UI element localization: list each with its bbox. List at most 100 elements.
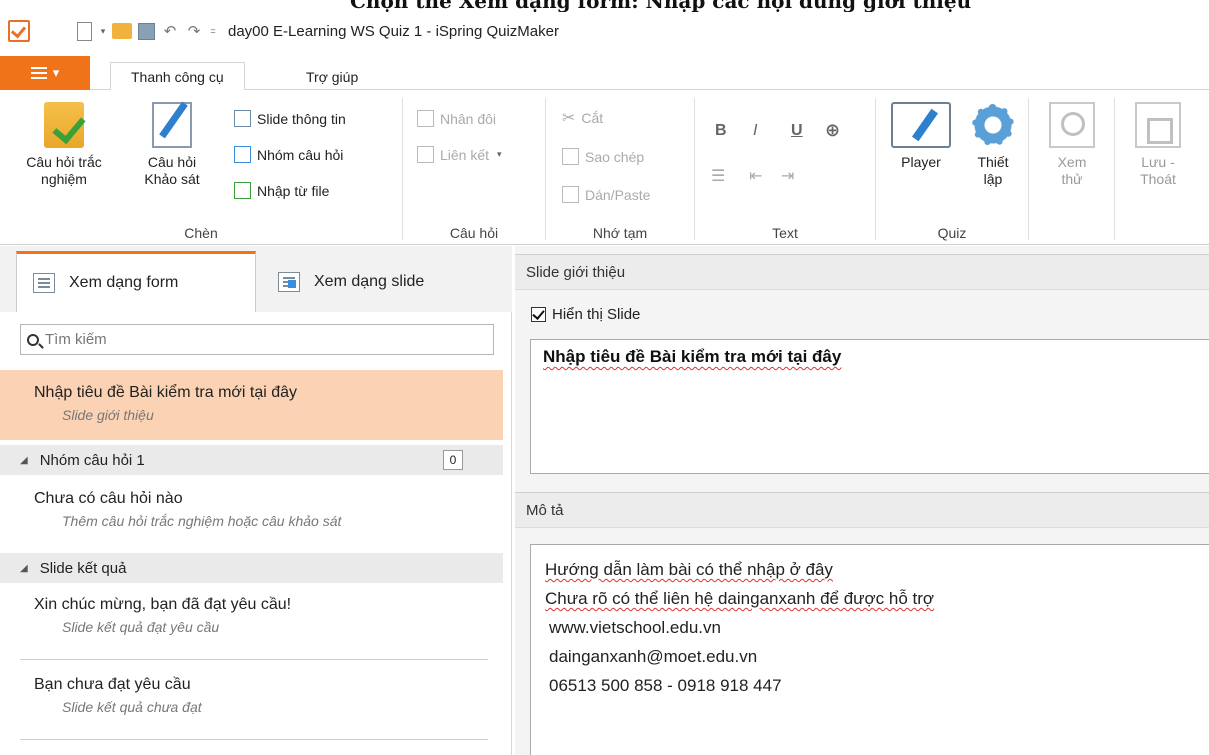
survey-question-button[interactable]: Câu hỏi Khảo sát [124, 102, 220, 188]
results-group-row[interactable]: ◢ Slide kết quả [0, 553, 503, 583]
description-textarea[interactable]: Hướng dẫn làm bài có thể nhập ở đây Chưa… [530, 544, 1209, 755]
survey-question-icon [152, 102, 192, 148]
form-view-icon [33, 273, 55, 293]
save-exit-icon [1135, 102, 1181, 148]
show-slide-label: Hiển thị Slide [552, 306, 641, 323]
save-button[interactable] [136, 21, 156, 41]
duplicate-button[interactable]: Nhân đôi [417, 110, 496, 127]
preview-icon [1049, 102, 1095, 148]
search-icon [27, 333, 39, 346]
insert-group: Câu hỏi trắc nghiệm Câu hỏi Khảo sát Sli… [0, 90, 402, 245]
tab-help[interactable]: Trợ giúp [286, 62, 378, 91]
empty-group-hint: Thêm câu hỏi trắc nghiệm hoặc câu khảo s… [62, 513, 342, 529]
quiz-question-label: Câu hỏi trắc nghiệm [26, 154, 102, 187]
folder-icon [112, 23, 132, 39]
list-item-fail[interactable]: Bạn chưa đạt yêu cầu Slide kết quả chưa … [0, 676, 503, 732]
cut-button[interactable]: ✂ Cắt [562, 108, 603, 128]
question-group-button[interactable]: Nhóm câu hỏi [234, 146, 343, 163]
quiz-title-input[interactable]: Nhập tiêu đề Bài kiểm tra mới tại đây [530, 339, 1209, 474]
question-group-title: Nhóm câu hỏi 1 [39, 451, 145, 469]
question-group-row[interactable]: ◢ Nhóm câu hỏi 1 0 [0, 445, 503, 475]
gear-icon [970, 102, 1016, 148]
app-logo-icon[interactable] [8, 20, 30, 42]
ribbon-divider [1028, 98, 1029, 240]
outline-panel: Xem dạng form Xem dạng slide Tìm kiếm Nh… [0, 246, 512, 755]
description-line: dainganxanh@moet.edu.vn [549, 647, 758, 666]
quiz-question-icon [44, 102, 84, 148]
redo-icon[interactable]: ↷ [184, 21, 204, 41]
question-group: Nhân đôi Liên kết ▾ Câu hỏi [403, 90, 545, 245]
description-line: Hướng dẫn làm bài có thể nhập ở đây [545, 560, 833, 579]
preview-button[interactable]: Xem thử [1040, 102, 1104, 188]
text-group-label: Text [772, 225, 798, 241]
paste-label: Dán/Paste [585, 186, 651, 203]
list-divider [20, 659, 488, 660]
new-file-button[interactable] [74, 21, 94, 41]
open-button[interactable] [112, 21, 132, 41]
undo-icon[interactable]: ↶ [160, 21, 180, 41]
tab-slide-view[interactable]: Xem dạng slide [262, 251, 502, 312]
slide-view-label: Xem dạng slide [314, 272, 425, 290]
title-bar: ▾ ↶ ↷ = day00 E-Learning WS Quiz 1 - iSp… [0, 14, 1209, 48]
increase-indent-icon[interactable]: ⇥ [781, 166, 794, 186]
settings-label: Thiết lập [977, 154, 1009, 187]
clipboard-group-label: Nhớ tạm [592, 225, 648, 241]
import-file-button[interactable]: Nhập từ file [234, 182, 329, 199]
link-icon [417, 146, 434, 163]
intro-slide-title: Nhập tiêu đề Bài kiểm tra mới tại đây [34, 384, 298, 401]
paste-button[interactable]: Dán/Paste [562, 186, 650, 203]
list-item-intro-slide[interactable]: Nhập tiêu đề Bài kiểm tra mới tại đây Sl… [0, 370, 503, 440]
ribbon-tabs: ▾ Thanh công cụ Trợ giúp [0, 52, 1209, 91]
quiz-group: Player Thiết lập Quiz [876, 90, 1028, 245]
save-icon [137, 22, 155, 40]
italic-button[interactable]: I [753, 122, 757, 140]
top-caption: Chọn thẻ Xem dạng form: Nhập các nội dun… [0, 0, 1209, 12]
preview-label: Xem thử [1057, 154, 1087, 187]
link-label: Liên kết [440, 146, 490, 163]
hyperlink-icon[interactable]: ⊕ [825, 120, 840, 141]
empty-group-title: Chưa có câu hỏi nào [34, 490, 183, 507]
link-button[interactable]: Liên kết ▾ [417, 146, 502, 163]
quiz-group-label: Quiz [937, 225, 967, 241]
collapse-triangle-icon[interactable]: ◢ [20, 563, 28, 574]
new-dropdown-icon[interactable]: ▾ [98, 21, 108, 41]
info-slide-button[interactable]: Slide thông tin [234, 110, 346, 127]
list-item-pass[interactable]: Xin chúc mừng, bạn đã đạt yêu cầu! Slide… [0, 596, 503, 652]
fail-slide-subtitle: Slide kết quả chưa đạt [62, 699, 202, 715]
collapse-triangle-icon[interactable]: ◢ [20, 455, 28, 466]
question-group-icon [234, 146, 251, 163]
survey-question-label: Câu hỏi Khảo sát [144, 154, 200, 187]
customize-toolbar-icon[interactable]: = [208, 21, 218, 41]
tab-toolbar[interactable]: Thanh công cụ [110, 62, 245, 91]
scissors-icon: ✂ [562, 110, 576, 127]
show-slide-checkbox[interactable] [531, 307, 546, 322]
save-exit-button[interactable]: Lưu - Thoát [1128, 102, 1188, 188]
copy-button[interactable]: Sao chép [562, 148, 644, 165]
bold-button[interactable]: B [715, 122, 727, 140]
file-menu-button[interactable]: ▾ [0, 56, 90, 90]
player-button[interactable]: Player [886, 102, 956, 171]
description-line: www.vietschool.edu.vn [549, 618, 721, 637]
description-section-header: Mô tả [515, 492, 1209, 528]
tab-form-view[interactable]: Xem dạng form [16, 251, 256, 312]
description-line: Chưa rõ có thể liên hệ dainganxanh để đư… [545, 589, 935, 608]
underline-button[interactable]: U [791, 122, 803, 140]
search-input[interactable]: Tìm kiếm [20, 324, 494, 355]
info-slide-label: Slide thông tin [257, 110, 346, 127]
settings-button[interactable]: Thiết lập [960, 102, 1026, 188]
bullet-list-icon[interactable]: ☰ [711, 166, 725, 186]
chevron-down-icon: ▾ [497, 149, 502, 159]
show-slide-checkbox-row[interactable]: Hiển thị Slide [531, 306, 640, 323]
quick-access-toolbar: ▾ ↶ ↷ = [74, 21, 218, 41]
list-divider [20, 739, 488, 740]
cut-label: Cắt [581, 110, 604, 126]
insert-group-label: Chèn [184, 225, 218, 241]
new-file-icon [76, 21, 92, 41]
duplicate-label: Nhân đôi [440, 110, 497, 127]
quiz-question-button[interactable]: Câu hỏi trắc nghiệm [14, 102, 114, 188]
clipboard-group: ✂ Cắt Sao chép Dán/Paste Nhớ tạm [546, 90, 694, 245]
menu-icon [30, 67, 47, 79]
list-item-empty[interactable]: Chưa có câu hỏi nào Thêm câu hỏi trắc ng… [0, 490, 503, 544]
decrease-indent-icon[interactable]: ⇤ [749, 166, 762, 186]
pass-slide-subtitle: Slide kết quả đạt yêu cầu [62, 619, 220, 635]
